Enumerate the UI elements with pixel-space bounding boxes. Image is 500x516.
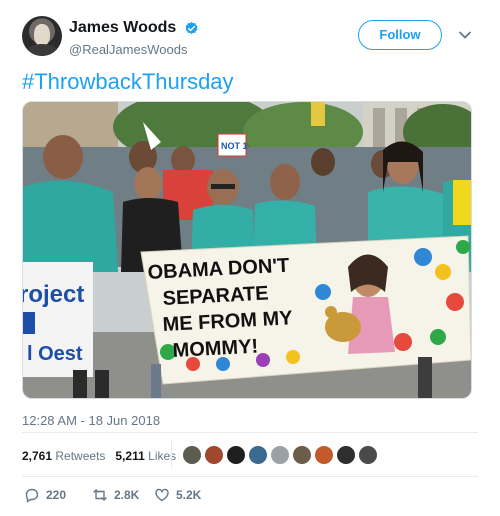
banner-line-4: MOMMY! [172,336,259,362]
tweet-timestamp[interactable]: 12:28 AM - 18 Jun 2018 [22,413,160,428]
follow-button[interactable]: Follow [358,20,442,50]
verified-badge-icon [185,21,198,34]
liker-avatar[interactable] [270,445,290,465]
retweet-icon [93,489,107,501]
avatar-face [34,24,50,46]
left-sign-line-2: l Oest [27,343,83,365]
engagement-stats: 2,761 Retweets 5,211 Likes [22,446,176,466]
divider-bottom [22,476,478,477]
author-block[interactable]: James Woods @RealJamesWoods [69,18,199,59]
display-name[interactable]: James Woods [69,18,176,38]
avatar[interactable] [22,16,62,56]
liker-avatar[interactable] [336,445,356,465]
chevron-down-icon[interactable] [458,28,472,42]
heart-icon [155,488,169,502]
retweets-label[interactable]: Retweets [55,449,105,463]
reply-icon [25,488,39,503]
stats-separator [171,441,172,469]
liker-avatar[interactable] [204,445,224,465]
user-handle[interactable]: @RealJamesWoods [69,41,199,59]
like-action-count: 5.2K [176,488,202,502]
retweet-count[interactable]: 2,761 [22,449,52,463]
reply-action[interactable]: 220 [24,485,66,505]
liker-avatar[interactable] [358,445,378,465]
liker-avatar[interactable] [182,445,202,465]
like-action[interactable]: 5.2K [154,485,201,505]
reply-count: 220 [46,488,67,502]
tweet-header: James Woods @RealJamesWoods Follow [22,16,482,60]
small-sign-text: NOT 1 [221,141,248,151]
tweet-text-hashtag[interactable]: #ThrowbackThursday [22,69,234,95]
tweet-photo[interactable]: NOT 1 roject l Oest OBAMA DON'T SEPARATE… [22,101,472,399]
liker-avatar[interactable] [226,445,246,465]
protest-photo-illustration: NOT 1 roject l Oest OBAMA DON'T SEPARATE… [23,102,471,398]
divider-top [22,432,478,433]
like-count[interactable]: 5,211 [115,449,144,463]
avatar-shoulders [26,44,58,56]
retweet-action-count: 2.8K [114,488,140,502]
left-sign-line-1: roject [23,281,84,308]
liker-avatar[interactable] [248,445,268,465]
liker-avatar[interactable] [292,445,312,465]
liker-avatar[interactable] [314,445,334,465]
retweet-action[interactable]: 2.8K [92,485,139,505]
